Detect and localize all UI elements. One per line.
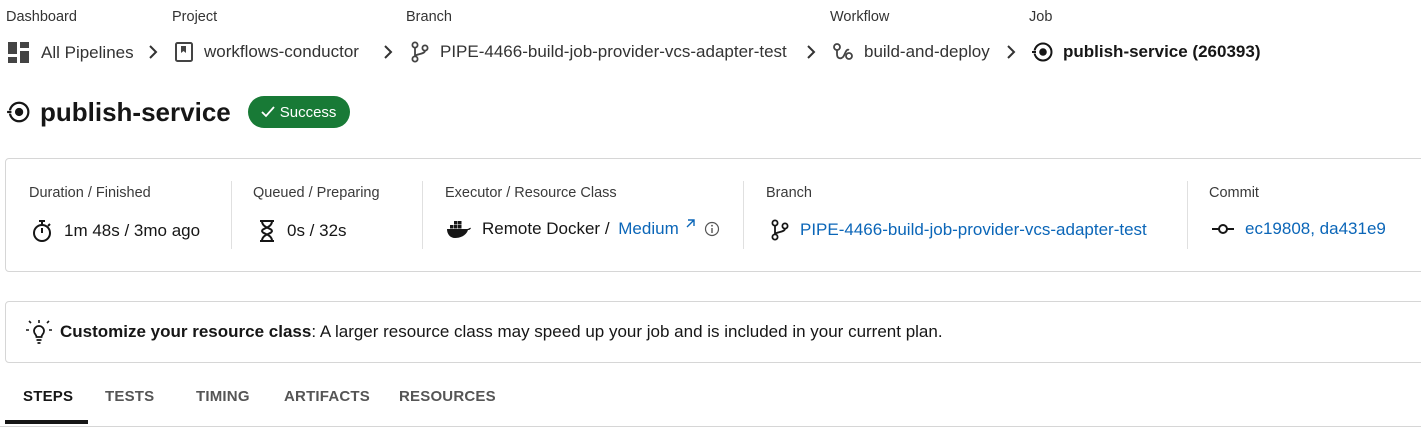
lightbulb-icon xyxy=(26,320,52,344)
job-current: publish-service (260393) xyxy=(1031,41,1260,63)
external-link-icon[interactable] xyxy=(684,218,696,230)
chevron-right-icon xyxy=(1007,45,1016,59)
job-text: publish-service (260393) xyxy=(1063,42,1261,61)
breadcrumb-job-label: Job xyxy=(1029,9,1053,25)
tab-steps[interactable]: STEPS xyxy=(23,388,73,405)
job-icon xyxy=(7,101,30,123)
queued-label: Queued / Preparing xyxy=(253,185,380,201)
chevron-right-icon xyxy=(384,45,393,59)
project-icon xyxy=(175,42,193,62)
docker-icon xyxy=(447,221,471,238)
info-icon[interactable] xyxy=(704,221,720,237)
git-branch-icon xyxy=(771,219,789,241)
executor-value: Remote Docker / Medium xyxy=(446,219,720,239)
dashboard-icon xyxy=(8,42,29,63)
divider xyxy=(422,181,423,249)
job-header: publish-service Success xyxy=(6,96,351,128)
commit-value: ec19808, da431e9 xyxy=(1211,219,1386,239)
duration-text: 1m 48s / 3mo ago xyxy=(64,221,201,240)
tab-resources[interactable]: RESOURCES xyxy=(399,388,496,405)
hourglass-icon xyxy=(260,220,274,242)
status-badge: Success xyxy=(247,96,351,128)
workflow-text: build-and-deploy xyxy=(864,42,990,61)
executor-text: Remote Docker / xyxy=(482,219,615,238)
job-details-card: Duration / Finished 1m 48s / 3mo ago Que… xyxy=(5,158,1421,272)
queued-text: 0s / 32s xyxy=(287,221,347,240)
project-text: workflows-conductor xyxy=(204,42,359,61)
banner-title: Customize your resource class xyxy=(60,322,312,341)
divider xyxy=(743,181,744,249)
tab-tests[interactable]: TESTS xyxy=(105,388,154,405)
breadcrumb-dashboard-label: Dashboard xyxy=(6,9,77,25)
commit-link[interactable]: ec19808, da431e9 xyxy=(1245,219,1386,239)
executor-label: Executor / Resource Class xyxy=(445,185,617,201)
banner-text: : A larger resource class may speed up y… xyxy=(311,322,943,341)
chevron-right-icon xyxy=(149,45,158,59)
resource-class-link[interactable]: Medium xyxy=(618,219,678,239)
branch-text: PIPE-4466-build-job-provider-vcs-adapter… xyxy=(440,42,787,61)
duration-label: Duration / Finished xyxy=(29,185,151,201)
git-branch-icon xyxy=(411,41,429,63)
job-tabs: STEPS TESTS TIMING ARTIFACTS RESOURCES xyxy=(0,378,1421,427)
active-tab-indicator xyxy=(5,420,88,424)
stopwatch-icon xyxy=(33,220,51,242)
commit-label: Commit xyxy=(1209,185,1259,201)
branch-link-detail[interactable]: PIPE-4466-build-job-provider-vcs-adapter… xyxy=(800,220,1147,240)
job-icon xyxy=(1032,42,1053,62)
breadcrumb-workflow-label: Workflow xyxy=(830,9,890,25)
commit-icon xyxy=(1212,224,1234,234)
resource-class-banner: Customize your resource class: A larger … xyxy=(5,301,1421,363)
chevron-right-icon xyxy=(807,45,816,59)
queued-value: 0s / 32s xyxy=(257,219,347,243)
divider xyxy=(231,181,232,249)
breadcrumb-project-label: Project xyxy=(172,9,218,25)
branch-link[interactable]: PIPE-4466-build-job-provider-vcs-adapter… xyxy=(410,41,787,63)
tab-timing[interactable]: TIMING xyxy=(196,388,250,405)
branch-value: PIPE-4466-build-job-provider-vcs-adapter… xyxy=(770,219,1147,241)
branch-label: Branch xyxy=(766,185,812,201)
duration-value: 1m 48s / 3mo ago xyxy=(30,219,200,243)
divider xyxy=(1187,181,1188,249)
executor-text-group: Remote Docker / Medium xyxy=(482,219,720,239)
workflow-icon xyxy=(833,43,853,60)
workflow-link[interactable]: build-and-deploy xyxy=(832,41,990,63)
status-text: Success xyxy=(279,103,337,121)
breadcrumb: Dashboard All Pipelines Project workflow… xyxy=(0,0,1421,80)
tab-artifacts[interactable]: ARTIFACTS xyxy=(284,388,370,405)
all-pipelines-link[interactable]: All Pipelines xyxy=(7,41,134,65)
project-link[interactable]: workflows-conductor xyxy=(174,41,359,63)
check-icon xyxy=(261,106,275,118)
all-pipelines-text: All Pipelines xyxy=(41,43,134,62)
breadcrumb-branch-label: Branch xyxy=(406,9,452,25)
page-title: publish-service xyxy=(40,96,231,127)
